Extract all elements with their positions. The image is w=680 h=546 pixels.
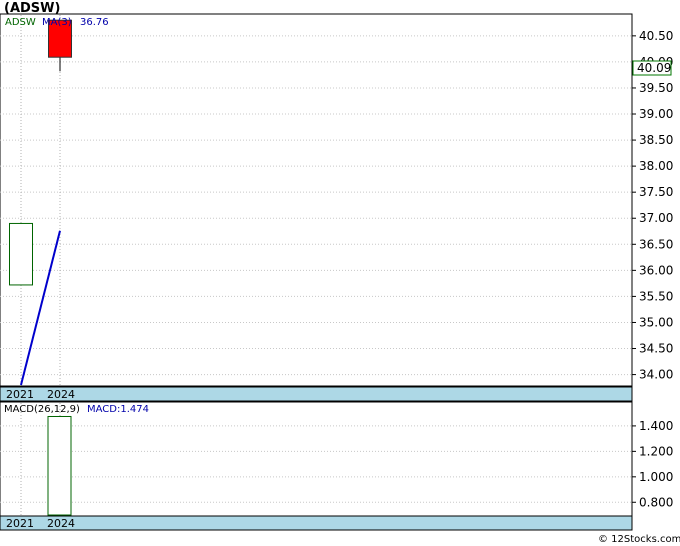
price-x-label-2024: 2024 <box>47 388 75 401</box>
price-tick-label: 35.00 <box>639 315 673 329</box>
last-price-label: 40.09 <box>637 61 671 75</box>
stock-chart: (ADSW) 34.0034.5035.0035.5036.0036.5037.… <box>0 1 680 545</box>
macd-panel-frame <box>0 401 633 517</box>
price-tick-label: 38.50 <box>639 133 673 147</box>
price-x-label-2021: 2021 <box>6 388 34 401</box>
price-panel-frame <box>0 13 633 387</box>
price-tick-label: 37.50 <box>639 185 673 199</box>
macd-panel: 0.800 1.000 1.200 1.400 MACD(26,12,9) MACD:… <box>0 401 673 517</box>
macd-bars <box>47 415 72 516</box>
macd-tick-label: 1.000 <box>639 470 673 484</box>
credit-text: © 12Stocks.com <box>598 534 680 545</box>
price-tick-label: 39.00 <box>639 107 673 121</box>
macd-x-label-2021: 2021 <box>6 517 34 530</box>
macd-legend-value: MACD:1.474 <box>87 404 149 415</box>
macd-bar <box>47 415 72 516</box>
legend-ma-value: 36.76 <box>80 17 109 28</box>
macd-x-axis: 2021 2024 <box>0 515 633 531</box>
price-tick-label: 34.50 <box>639 342 673 356</box>
price-tick-label: 37.00 <box>639 211 673 225</box>
last-price-marker: 40.09 <box>632 60 672 76</box>
candle-body <box>9 222 33 286</box>
price-panel: 34.00 34.50 35.00 35.50 36.00 36.50 37.00 37.50… <box>0 13 673 387</box>
price-y-axis: 34.00 34.50 35.00 35.50 36.00 36.50 37.00 37.50… <box>632 29 673 382</box>
price-tick-label: 39.50 <box>639 81 673 95</box>
price-tick-label: 34.00 <box>639 368 673 382</box>
macd-y-axis: 0.800 1.000 1.200 1.400 <box>632 419 673 509</box>
price-tick-label: 36.50 <box>639 237 673 251</box>
price-x-axis: 2021 2024 <box>0 386 633 402</box>
price-tick-label: 40.50 <box>639 29 673 43</box>
legend-ma-label: MA(3) <box>42 17 72 28</box>
macd-x-axis-band <box>0 515 633 531</box>
price-tick-label: 36.00 <box>639 263 673 277</box>
price-tick-label: 35.50 <box>639 289 673 303</box>
price-x-axis-band <box>0 386 633 402</box>
macd-tick-label: 0.800 <box>639 495 673 509</box>
macd-legend-label: MACD(26,12,9) <box>4 404 80 415</box>
macd-tick-label: 1.400 <box>639 419 673 433</box>
price-tick-label: 38.00 <box>639 159 673 173</box>
macd-x-label-2024: 2024 <box>47 517 75 530</box>
legend-symbol: ADSW <box>5 17 36 28</box>
macd-tick-label: 1.200 <box>639 444 673 458</box>
